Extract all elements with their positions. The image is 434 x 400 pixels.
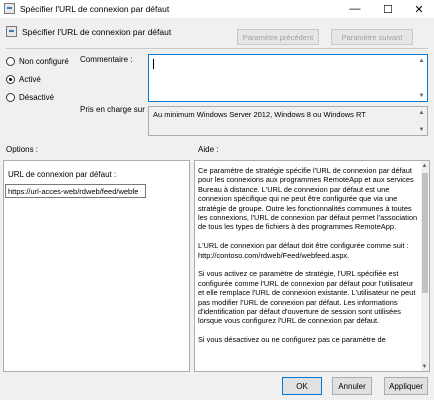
default-url-input[interactable]: https://url-acces-web/rdweb/feed/webfe [5, 184, 146, 198]
scroll-up-icon[interactable]: ▲ [417, 108, 426, 117]
window-title: Spécifier l'URL de connexion par défaut [20, 4, 170, 14]
help-paragraph: L'URL de connexion par défaut doit être … [198, 241, 409, 260]
apply-button[interactable]: Appliquer [384, 377, 428, 395]
options-label: Options : [6, 145, 39, 154]
next-setting-button[interactable]: Paramètre suivant [331, 29, 413, 45]
scroll-down-icon[interactable]: ▼ [417, 91, 426, 100]
radio-icon[interactable] [6, 93, 15, 102]
scroll-down-icon[interactable]: ▼ [417, 125, 426, 134]
scroll-up-icon[interactable]: ▲ [417, 56, 426, 65]
comment-textarea[interactable]: ▲ ▼ [148, 54, 428, 102]
previous-setting-button[interactable]: Paramètre précédent [237, 29, 319, 45]
scrollbar-thumb[interactable] [422, 173, 428, 293]
header-divider [6, 48, 428, 49]
policy-app-icon [4, 3, 15, 14]
supported-on-box: Au minimum Windows Server 2012, Windows … [148, 106, 428, 136]
radio-disabled[interactable]: Désactivé [6, 93, 54, 102]
default-url-value: https://url-acces-web/rdweb/feed/webfe [8, 187, 139, 196]
radio-checked-icon[interactable] [6, 75, 15, 84]
close-icon[interactable]: ✕ [404, 0, 434, 18]
setting-title: Spécifier l'URL de connexion par défaut [22, 27, 172, 37]
comment-label: Commentaire : [80, 55, 133, 64]
radio-icon[interactable] [6, 57, 15, 66]
help-paragraph: Si vous activez ce paramètre de stratégi… [198, 269, 416, 326]
url-field-label: URL de connexion par défaut : [8, 170, 117, 179]
radio-enabled[interactable]: Activé [6, 75, 41, 84]
supported-on-value: Au minimum Windows Server 2012, Windows … [153, 110, 366, 119]
maximize-icon[interactable]: ☐ [373, 0, 403, 18]
scroll-up-icon[interactable]: ▲ [420, 161, 429, 170]
ok-button[interactable]: OK [282, 377, 322, 395]
help-text: Ce paramètre de stratégie spécifie l'URL… [198, 166, 420, 370]
text-cursor [153, 59, 154, 69]
radio-not-configured[interactable]: Non configuré [6, 57, 69, 66]
radio-label: Non configuré [19, 57, 69, 66]
help-label: Aide : [198, 145, 219, 154]
supported-on-label: Pris en charge sur : [80, 105, 150, 114]
help-paragraph: Si vous désactivez ou ne configurez pas … [198, 335, 386, 345]
radio-label: Désactivé [19, 93, 55, 102]
help-scrollbar[interactable]: ▲ ▼ [421, 161, 429, 371]
radio-label: Activé [19, 75, 41, 84]
policy-setting-icon [6, 26, 17, 37]
cancel-button[interactable]: Annuler [332, 377, 372, 395]
scroll-down-icon[interactable]: ▼ [420, 362, 429, 371]
minimize-icon[interactable]: — [340, 0, 370, 18]
help-paragraph: Ce paramètre de stratégie spécifie l'URL… [198, 166, 418, 232]
